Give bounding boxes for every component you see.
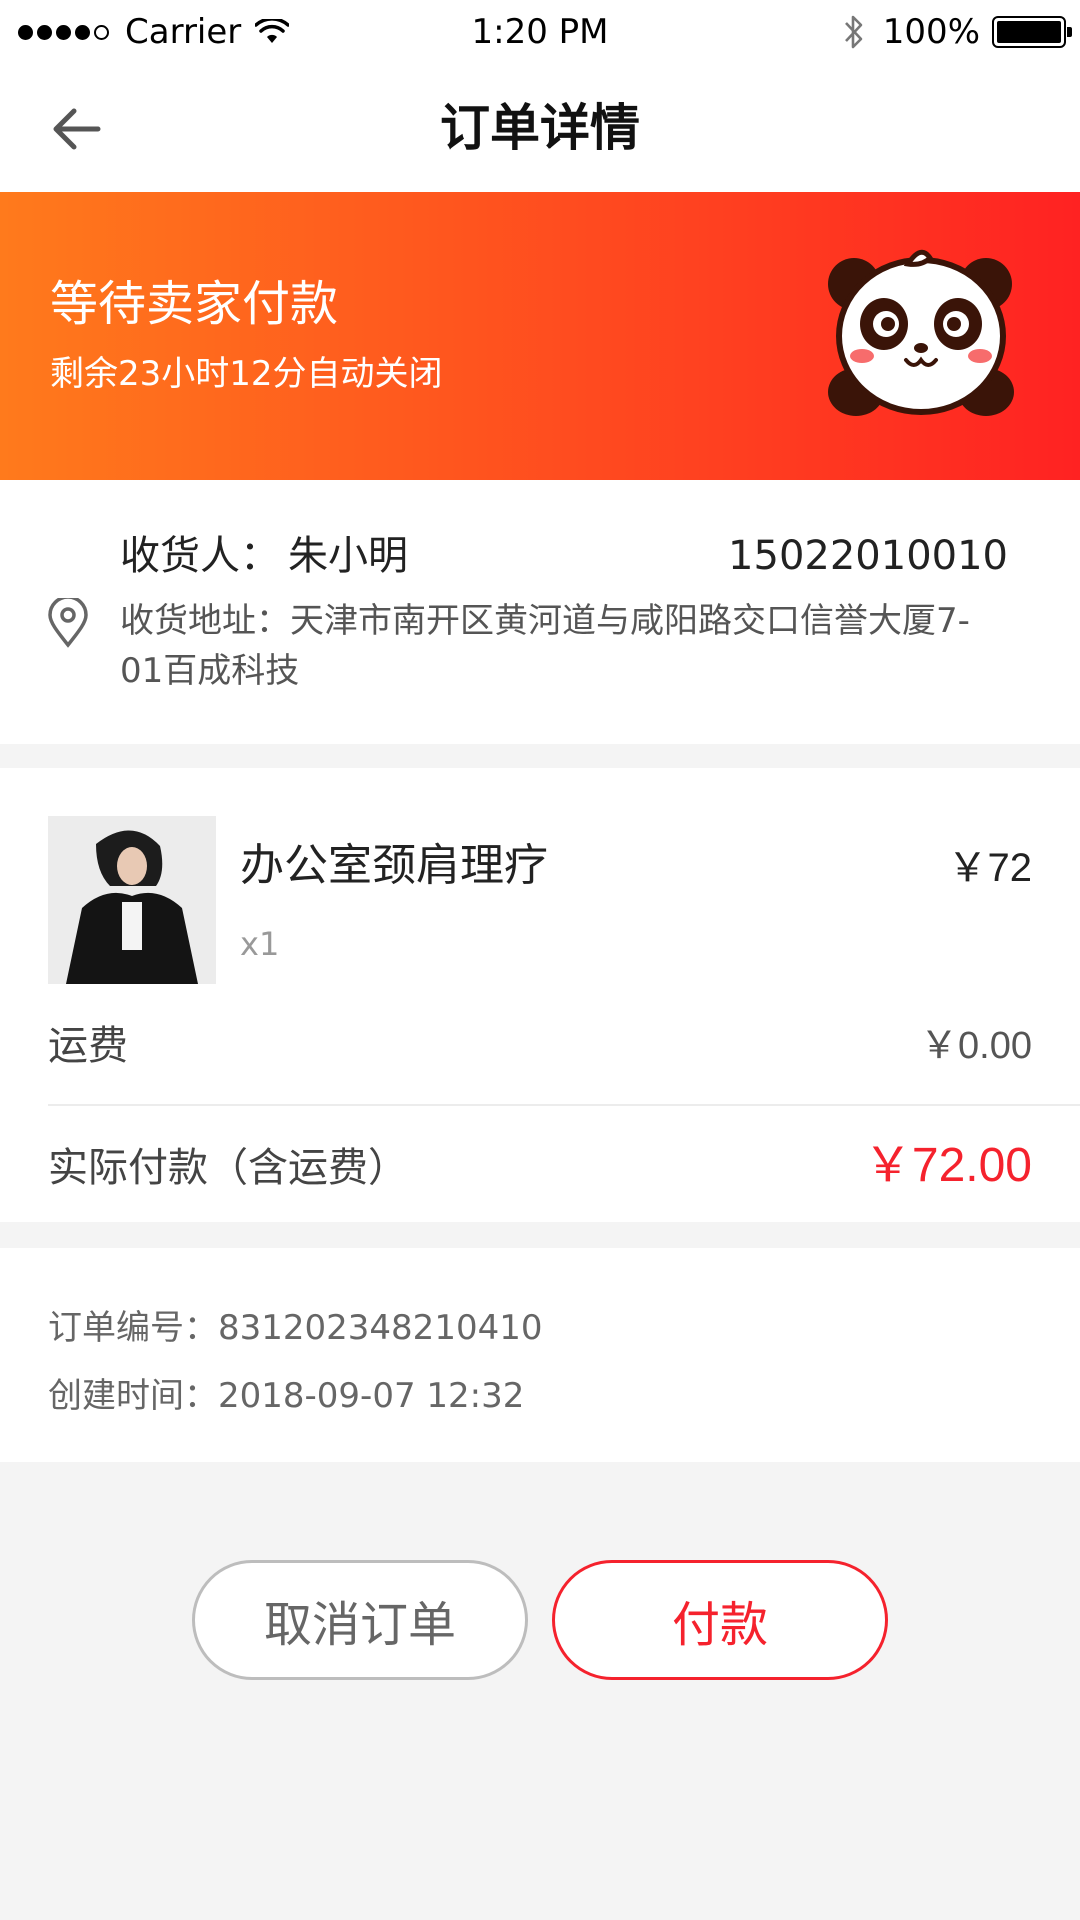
order-countdown: 剩余23小时12分自动关闭: [50, 354, 443, 394]
order-goods-card: 办公室颈肩理疗 ￥72 x1 运费 ￥0.00 实际付款（含运费） ￥72.00: [0, 768, 1080, 1222]
panda-icon: [828, 249, 1014, 416]
product-image-icon: [48, 816, 216, 984]
product-price: ￥72: [947, 846, 1033, 890]
location-pin-icon: [48, 598, 88, 648]
order-status-title: 等待卖家付款: [50, 276, 339, 332]
order-number: 订单编号：831202348210410: [48, 1308, 543, 1348]
shipping-address-card: 收货人： 朱小明 15022010010 收货地址：天津市南开区黄河道与咸阳路交…: [0, 480, 1080, 744]
order-info-card: 订单编号：831202348210410 创建时间：2018-09-07 12:…: [0, 1248, 1080, 1462]
address-text: 收货地址：天津市南开区黄河道与咸阳路交口信誉大厦7-01百成科技: [120, 601, 970, 691]
order-created-time: 创建时间：2018-09-07 12:32: [48, 1376, 525, 1416]
nav-bar: 订单详情: [0, 64, 1080, 192]
battery-icon: [992, 16, 1072, 48]
total-payment-value: ￥72.00: [863, 1139, 1032, 1192]
product-quantity: x1: [240, 925, 280, 963]
total-payment-label: 实际付款（含运费）: [48, 1145, 408, 1191]
product-thumbnail[interactable]: [48, 816, 216, 984]
receiver-label: 收货人：: [120, 533, 280, 579]
receiver-phone: 15022010010: [728, 533, 1008, 579]
product-name: 办公室颈肩理疗: [240, 840, 548, 891]
battery-percentage: 100%: [882, 12, 980, 52]
shipping-fee-value: ￥0.00: [920, 1025, 1032, 1067]
status-bar: Carrier 1:20 PM 100%: [0, 0, 1080, 64]
order-status-banner: 等待卖家付款 剩余23小时12分自动关闭: [0, 192, 1080, 480]
pay-button[interactable]: 付款: [552, 1560, 888, 1680]
cancel-order-button[interactable]: 取消订单: [192, 1560, 528, 1680]
shipping-fee-label: 运费: [48, 1023, 128, 1069]
bluetooth-icon: [844, 15, 863, 49]
divider: [48, 1104, 1080, 1106]
page-title: 订单详情: [440, 99, 640, 157]
status-right: 100%: [843, 10, 1072, 54]
receiver-name: 朱小明: [288, 533, 408, 579]
